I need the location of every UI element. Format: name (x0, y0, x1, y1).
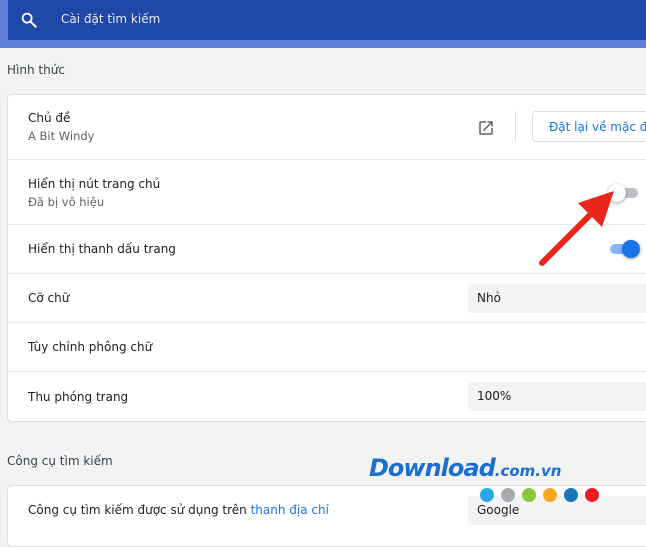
header-bar: Cài đặt tìm kiếm (0, 0, 646, 48)
page-zoom-select[interactable]: 100% (468, 382, 646, 411)
watermark-logo: Download.com.vn (369, 454, 561, 482)
watermark-dot (585, 488, 599, 502)
watermark-dot (522, 488, 536, 502)
home-button-label: Hiển thị nút trang chủ (28, 177, 161, 191)
red-arrow-icon (539, 191, 614, 266)
font-size-row: Cỡ chữ Nhỏ (8, 273, 646, 323)
page-zoom-row: Thu phóng trang 100% (8, 371, 646, 422)
watermark-dot (564, 488, 578, 502)
search-engine-label: Công cụ tìm kiếm được sử dụng trên thanh… (28, 503, 329, 517)
home-button-status: Đã bị vô hiệu (28, 195, 105, 209)
reset-theme-button[interactable]: Đặt lại về mặc định (532, 111, 646, 142)
theme-label: Chủ đề (28, 111, 71, 125)
watermark-dot (501, 488, 515, 502)
divider (515, 111, 516, 141)
search-engine-select[interactable]: Google (468, 496, 646, 525)
search-engine-section-title: Công cụ tìm kiếm (7, 454, 113, 468)
search-bar[interactable]: Cài đặt tìm kiếm (8, 0, 646, 40)
search-icon[interactable] (20, 11, 38, 29)
watermark-domain: .com.vn (494, 462, 562, 480)
customize-fonts-label: Tùy chỉnh phông chữ (28, 340, 153, 354)
search-engine-label-text: Công cụ tìm kiếm được sử dụng trên (28, 503, 247, 517)
customize-fonts-row[interactable]: Tùy chỉnh phông chữ (8, 322, 646, 372)
watermark-text: Download (369, 454, 496, 482)
appearance-section-title: Hình thức (7, 63, 65, 77)
search-input[interactable]: Cài đặt tìm kiếm (61, 12, 160, 26)
address-bar-link[interactable]: thanh địa chỉ (251, 503, 329, 517)
page-zoom-label: Thu phóng trang (28, 390, 129, 404)
watermark-dot (480, 488, 494, 502)
theme-value: A Bit Windy (28, 129, 95, 143)
watermark-dot (543, 488, 557, 502)
bookmarks-bar-label: Hiển thị thanh dấu trang (28, 242, 176, 256)
font-size-label: Cỡ chữ (28, 291, 70, 305)
theme-row: Chủ đề A Bit Windy Đặt lại về mặc định (8, 95, 646, 159)
external-link-icon[interactable] (477, 119, 495, 137)
font-size-select[interactable]: Nhỏ (468, 284, 646, 313)
